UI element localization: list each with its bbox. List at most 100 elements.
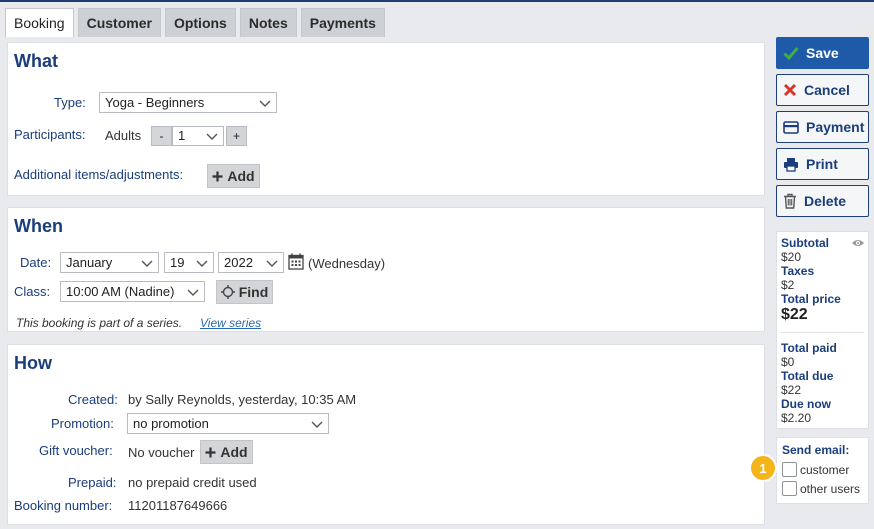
chevron-down-icon	[187, 289, 199, 296]
chevron-down-icon	[259, 100, 271, 107]
promotion-select[interactable]: no promotion	[127, 413, 329, 434]
series-note: This booking is part of a series.	[16, 316, 183, 330]
booking-number-value: 11201187649666	[128, 498, 228, 513]
additional-items-label: Additional items/adjustments:	[14, 167, 184, 182]
year-select-value: 2022	[224, 255, 253, 270]
tab-customer[interactable]: Customer	[77, 8, 161, 37]
email-customer-label: customer	[800, 463, 850, 477]
weekday-text: (Wednesday)	[308, 256, 386, 271]
day-select-value: 19	[170, 255, 185, 270]
participants-label: Participants:	[14, 127, 86, 142]
close-icon	[783, 83, 797, 97]
save-label: Save	[806, 45, 839, 61]
gift-voucher-value: No voucher	[128, 445, 195, 460]
gift-voucher-label: Gift voucher:	[39, 443, 113, 458]
print-label: Print	[806, 156, 838, 172]
crosshair-icon	[220, 285, 235, 299]
promotion-label: Promotion:	[51, 416, 114, 431]
adults-increment-button[interactable]: +	[226, 126, 247, 146]
calendar-icon[interactable]	[288, 253, 304, 270]
send-email-label: Send email:	[782, 443, 850, 457]
tab-notes[interactable]: Notes	[239, 8, 297, 37]
total-due-label: Total due	[781, 369, 834, 383]
class-label: Class:	[14, 284, 51, 299]
prepaid-label: Prepaid:	[68, 475, 117, 490]
chevron-down-icon	[266, 260, 278, 267]
adults-label: Adults	[105, 128, 142, 143]
created-label: Created:	[68, 392, 118, 407]
due-now-value: $2.20	[781, 411, 812, 425]
chevron-down-icon	[206, 133, 218, 140]
plus-icon	[205, 447, 216, 457]
chevron-down-icon	[311, 421, 323, 428]
booking-content: What Type: Yoga - Beginners Participants…	[5, 37, 770, 529]
payment-button[interactable]: Payment	[776, 111, 869, 143]
booking-number-label: Booking number:	[14, 498, 113, 513]
day-select[interactable]: 19	[164, 252, 214, 273]
credit-card-icon	[783, 120, 799, 134]
find-button[interactable]: Find	[216, 280, 273, 304]
how-heading: How	[14, 353, 52, 373]
tab-payments[interactable]: Payments	[300, 8, 385, 37]
printer-icon	[784, 157, 798, 172]
when-section: When Date: January 19 2022 (Wednesday) C…	[7, 207, 765, 332]
due-now-label: Due now	[781, 397, 831, 411]
cancel-button[interactable]: Cancel	[776, 74, 869, 106]
send-email-box: Send email: customer other users	[776, 437, 869, 504]
taxes-value: $2	[781, 278, 795, 292]
view-series-link[interactable]: View series	[200, 316, 261, 330]
class-select[interactable]: 10:00 AM (Nadine)	[60, 281, 205, 302]
add-item-button[interactable]: Add	[207, 164, 260, 188]
tab-bar: Booking Customer Options Notes Payments	[5, 8, 385, 37]
email-other-users-checkbox[interactable]	[782, 481, 797, 496]
class-select-value: 10:00 AM (Nadine)	[66, 284, 175, 299]
tab-options[interactable]: Options	[164, 8, 236, 37]
save-button[interactable]: Save	[776, 37, 869, 69]
type-select-value: Yoga - Beginners	[105, 95, 205, 110]
add-gift-voucher-button[interactable]: Add	[200, 440, 253, 464]
what-heading: What	[14, 51, 58, 71]
chevron-down-icon	[196, 260, 208, 267]
tab-booking[interactable]: Booking	[5, 8, 74, 37]
total-due-value: $22	[781, 383, 802, 397]
total-price-value: $22	[781, 306, 808, 323]
adults-decrement-button[interactable]: -	[151, 126, 172, 146]
checkmark-icon	[783, 47, 799, 60]
type-select[interactable]: Yoga - Beginners	[99, 92, 277, 113]
top-border	[0, 0, 874, 2]
price-summary: Subtotal $20 Taxes $2 Total price $22 To…	[776, 231, 869, 429]
find-label: Find	[238, 284, 269, 300]
year-select[interactable]: 2022	[218, 252, 284, 273]
summary-divider	[781, 332, 864, 333]
total-paid-value: $0	[781, 355, 795, 369]
step-badge: 1	[749, 454, 777, 482]
add-item-label: Add	[227, 168, 255, 184]
when-heading: When	[14, 216, 63, 236]
date-label: Date:	[20, 255, 52, 270]
email-other-users-label: other users	[800, 482, 861, 496]
plus-icon	[212, 171, 223, 181]
email-customer-checkbox[interactable]	[782, 462, 797, 477]
adults-select-value: 1	[178, 128, 186, 143]
promotion-select-value: no promotion	[133, 416, 209, 431]
cancel-label: Cancel	[804, 82, 850, 98]
created-value: by Sally Reynolds, yesterday, 10:35 AM	[128, 392, 357, 407]
what-section: What Type: Yoga - Beginners Participants…	[7, 42, 765, 196]
subtotal-value: $20	[781, 250, 802, 264]
prepaid-value: no prepaid credit used	[128, 475, 257, 490]
delete-label: Delete	[804, 193, 847, 209]
month-select-value: January	[66, 255, 113, 270]
taxes-label: Taxes	[781, 264, 815, 278]
total-paid-label: Total paid	[781, 341, 837, 355]
delete-button[interactable]: Delete	[776, 185, 869, 217]
adults-select[interactable]: 1	[172, 126, 224, 146]
month-select[interactable]: January	[60, 252, 159, 273]
payment-label: Payment	[806, 119, 865, 135]
print-button[interactable]: Print	[776, 148, 869, 180]
how-section: How Created: by Sally Reynolds, yesterda…	[7, 344, 765, 525]
total-price-label: Total price	[781, 292, 841, 306]
add-gift-voucher-label: Add	[220, 444, 248, 460]
subtotal-label: Subtotal	[781, 236, 829, 250]
trash-icon	[784, 193, 796, 209]
eye-icon[interactable]	[851, 238, 865, 248]
